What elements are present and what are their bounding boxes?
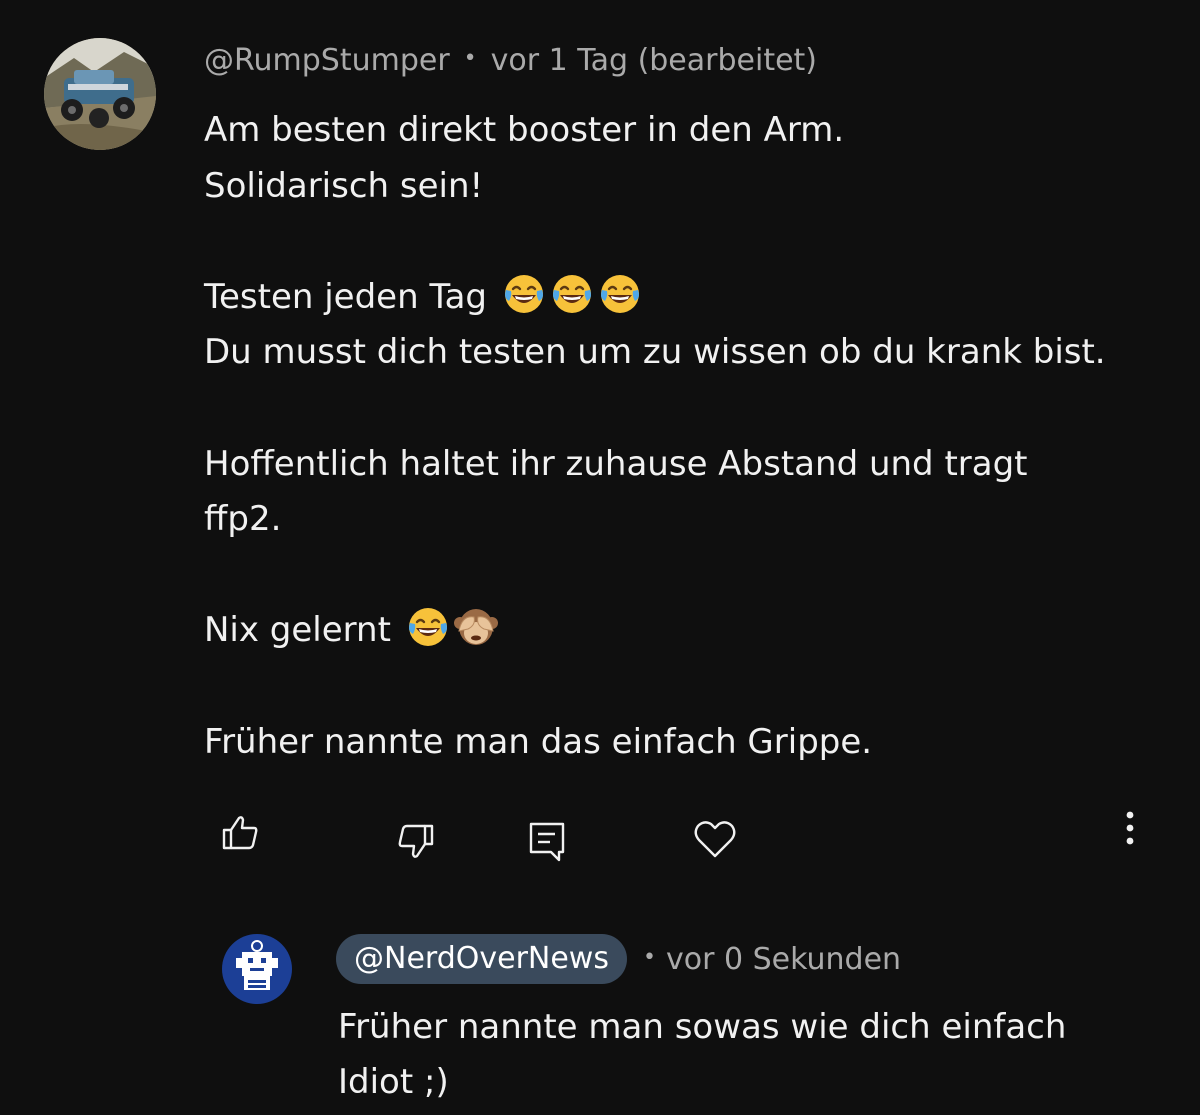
like-button[interactable] — [214, 806, 268, 860]
reply-timestamp: vor 0 Sekunden — [665, 941, 902, 977]
comment-line — [204, 381, 1174, 437]
thumbs-down-icon — [398, 824, 434, 858]
reply-avatar[interactable] — [222, 934, 292, 1004]
reply-line: Idiot ;) — [338, 1062, 449, 1102]
comment-line-text: Nix gelernt — [204, 610, 402, 651]
reply-comment-icon — [529, 822, 565, 862]
heart-icon — [694, 821, 736, 858]
separator-dot: • — [642, 944, 656, 970]
face-with-tears-of-joy-icon — [502, 272, 546, 316]
dislike-button[interactable] — [388, 814, 442, 868]
more-options-button[interactable] — [1103, 800, 1157, 854]
comment-line-with-emoji: Testen jeden Tag — [204, 270, 1174, 326]
heart-button[interactable] — [688, 812, 742, 866]
comment-line-with-emoji: Nix gelernt — [204, 603, 1174, 659]
comment-line: ffp2. — [204, 499, 282, 540]
reply-button[interactable] — [520, 814, 574, 868]
avatar[interactable] — [44, 38, 156, 150]
reply-body: Früher nannte man sowas wie dich einfach… — [338, 1000, 1158, 1110]
comment-line: Du musst dich testen um zu wissen ob du … — [204, 332, 1106, 373]
see-no-evil-monkey-icon — [454, 605, 498, 649]
separator-dot: • — [463, 45, 477, 71]
comment-line — [204, 548, 1174, 604]
comment-line: Solidarisch sein! — [204, 165, 484, 206]
comment-line: Früher nannte man das einfach Grippe. — [204, 721, 873, 762]
comment-line: Hoffentlich haltet ihr zuhause Abstand u… — [204, 443, 1028, 484]
comment-body: Am besten direkt booster in den Arm. Sol… — [204, 103, 1174, 770]
reply-line: Früher nannte man sowas wie dich einfach — [338, 1007, 1067, 1047]
face-with-tears-of-joy-icon — [598, 272, 642, 316]
thumbs-up-icon — [222, 816, 258, 850]
face-with-tears-of-joy-icon — [550, 272, 594, 316]
reply-meta: @NerdOverNews • vor 0 Sekunden — [336, 934, 901, 984]
more-vertical-icon — [1126, 811, 1134, 845]
comment-line — [204, 659, 1174, 715]
comment-timestamp: vor 1 Tag (bearbeitet) — [490, 43, 818, 78]
comment-actions — [0, 800, 1200, 870]
comment-meta: @RumpStumper • vor 1 Tag (bearbeitet) — [204, 40, 817, 83]
reply-author-handle[interactable]: @NerdOverNews — [336, 934, 627, 984]
face-with-tears-of-joy-icon — [406, 605, 450, 649]
comment-line: Am besten direkt booster in den Arm. — [204, 110, 845, 150]
comment-line — [204, 214, 1174, 270]
author-handle[interactable]: @RumpStumper — [204, 43, 450, 78]
comment-line-text: Testen jeden Tag — [204, 276, 498, 317]
